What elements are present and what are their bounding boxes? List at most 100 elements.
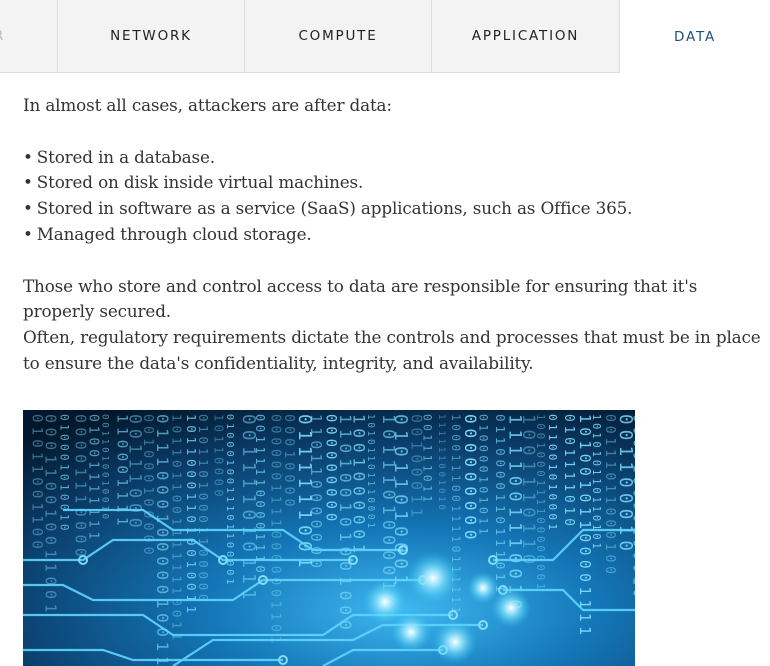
binary-digit: 1 <box>140 438 155 446</box>
binary-digit: 0 <box>212 489 226 496</box>
binary-digit: 0 <box>100 514 111 520</box>
binary-digit: 0 <box>420 414 433 421</box>
bullet-item: Stored on disk inside virtual machines. <box>23 170 770 196</box>
binary-digit: 0 <box>534 517 546 523</box>
binary-digit: 1 <box>420 495 433 502</box>
binary-digit: 1 <box>602 496 617 504</box>
binary-digit: 1 <box>307 414 324 423</box>
binary-digit: 1 <box>169 575 184 583</box>
binary-digit: 0 <box>169 506 184 514</box>
binary-digit: 0 <box>602 414 617 422</box>
binary-digit: 1 <box>365 414 376 420</box>
binary-digit: 0 <box>307 533 324 542</box>
tab-application[interactable]: APPLICATION <box>432 0 620 73</box>
binary-digit: 1 <box>57 514 70 521</box>
binary-digit: 1 <box>365 431 376 437</box>
binary-digit: 1 <box>169 541 184 549</box>
binary-digit: 1 <box>590 469 601 475</box>
binary-digit: 1 <box>436 480 446 486</box>
binary-digit: 0 <box>590 423 601 429</box>
binary-digit: 0 <box>268 472 283 480</box>
binary-digit: 1 <box>42 455 60 464</box>
binary-digit: 0 <box>224 478 235 484</box>
binary-digit: 0 <box>196 504 211 512</box>
tab-compute[interactable]: COMPUTE <box>245 0 432 73</box>
binary-digit: 0 <box>477 445 491 452</box>
binary-digit: 1 <box>365 481 376 487</box>
glow-point <box>407 552 459 604</box>
binary-digit: 0 <box>590 515 601 521</box>
binary-digit: 0 <box>590 460 601 466</box>
binary-digit: 0 <box>169 426 184 434</box>
binary-digit: 1 <box>42 563 60 572</box>
binary-digit: 1 <box>449 454 462 461</box>
tab-partial[interactable]: R <box>0 0 58 73</box>
binary-digit: 0 <box>307 493 324 502</box>
binary-digit: 1 <box>477 517 491 524</box>
binary-digit: 0 <box>212 425 226 432</box>
binary-digit: 0 <box>602 519 617 527</box>
binary-digit: 0 <box>100 447 111 453</box>
binary-digit: 1 <box>350 544 369 554</box>
binary-digit: 0 <box>365 464 376 470</box>
binary-digit: 0 <box>100 489 111 495</box>
binary-digit: 1 <box>57 484 70 491</box>
binary-digit: 1 <box>546 484 559 491</box>
binary-digit: 0 <box>86 449 101 457</box>
binary-digit: 0 <box>100 422 111 428</box>
binary-digit: 1 <box>169 621 184 629</box>
binary-digit: 0 <box>307 440 324 449</box>
binary-digit: 0 <box>336 605 355 615</box>
binary-digit: 0 <box>57 434 70 441</box>
binary-digit: 0 <box>100 497 111 503</box>
binary-digit: 0 <box>253 511 267 518</box>
binary-digit: 0 <box>281 414 296 422</box>
tab-network[interactable]: NETWORK <box>58 0 245 73</box>
binary-digit: 0 <box>224 441 235 447</box>
binary-digit: 0 <box>365 506 376 512</box>
binary-digit: 0 <box>336 561 355 571</box>
binary-digit: 1 <box>576 586 593 595</box>
binary-digit: 0 <box>57 524 70 531</box>
regulatory-text: Often, regulatory requirements dictate t… <box>23 327 761 373</box>
binary-digit: 1 <box>449 475 462 482</box>
binary-digit: 1 <box>100 480 111 486</box>
binary-digit: 0 <box>100 464 111 470</box>
binary-digit: 0 <box>212 479 226 486</box>
binary-digit: 0 <box>196 515 211 523</box>
tab-network-label: NETWORK <box>110 28 192 44</box>
binary-digit: 0 <box>281 499 296 507</box>
binary-digit: 0 <box>546 444 559 451</box>
tab-bar: R NETWORK COMPUTE APPLICATION DATA <box>0 0 770 74</box>
binary-digit: 0 <box>590 487 601 493</box>
binary-digit: 1 <box>420 465 433 472</box>
binary-digit: 0 <box>590 533 601 539</box>
binary-digit: 0 <box>436 472 446 478</box>
binary-digit: 1 <box>224 487 235 493</box>
binary-digit: 0 <box>86 438 101 446</box>
binary-digit: 0 <box>140 414 155 422</box>
binary-digit: 0 <box>546 414 559 421</box>
binary-digit: 1 <box>307 467 324 476</box>
binary-digit: 0 <box>630 414 635 422</box>
binary-digit: 0 <box>169 460 184 468</box>
binary-digit: 0 <box>268 449 283 457</box>
binary-digit: 1 <box>602 461 617 469</box>
binary-digit: 1 <box>602 437 617 445</box>
binary-digit: 1 <box>420 434 433 441</box>
binary-digit: 0 <box>590 442 601 448</box>
binary-digit: 1 <box>86 520 101 528</box>
binary-digit: 0 <box>561 414 576 422</box>
binary-digit: 1 <box>534 499 546 505</box>
binary-digit: 0 <box>561 518 576 526</box>
binary-digit: 1 <box>224 496 235 502</box>
binary-digit: 0 <box>602 554 617 562</box>
binary-digit: 1 <box>449 525 462 532</box>
binary-digit: 1 <box>590 432 601 438</box>
tab-data[interactable]: DATA <box>620 0 770 73</box>
binary-digit: 0 <box>253 490 267 497</box>
binary-digit: 1 <box>420 455 433 462</box>
binary-digit: 0 <box>196 572 211 580</box>
binary-digit: 0 <box>224 469 235 475</box>
